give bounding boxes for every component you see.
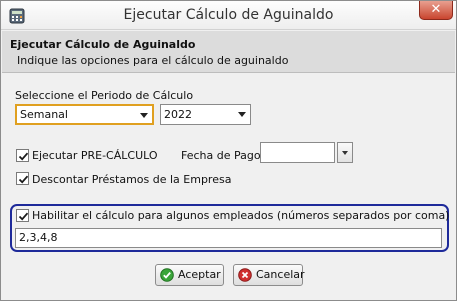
check-icon xyxy=(18,152,29,161)
close-button[interactable]: ✕ xyxy=(419,1,453,20)
precalc-label[interactable]: Ejecutar PRE-CÁLCULO xyxy=(32,149,158,162)
period-select[interactable]: Semanal xyxy=(15,104,154,125)
chevron-down-icon xyxy=(342,151,348,155)
header-title: Ejecutar Cálculo de Aguinaldo xyxy=(10,38,196,51)
discount-loans-checkbox[interactable] xyxy=(16,172,29,185)
check-circle-icon xyxy=(160,268,174,282)
date-picker-button[interactable] xyxy=(337,142,353,163)
chevron-down-icon xyxy=(238,112,246,117)
dialog-header: Ejecutar Cálculo de Aguinaldo Indique la… xyxy=(2,31,455,73)
year-select-value: 2022 xyxy=(164,108,192,121)
payment-date-field[interactable] xyxy=(260,142,335,163)
check-icon xyxy=(18,212,29,221)
check-icon xyxy=(18,175,29,184)
cancel-button[interactable]: Cancelar xyxy=(233,264,305,286)
payment-date-value xyxy=(261,146,264,159)
chevron-down-icon xyxy=(140,113,148,118)
cancel-button-label: Cancelar xyxy=(256,268,305,281)
title-bar[interactable]: Ejecutar Cálculo de Aguinaldo ✕ xyxy=(1,1,456,30)
precalc-checkbox[interactable] xyxy=(16,149,29,162)
accept-button-label: Aceptar xyxy=(178,268,221,281)
year-select[interactable]: 2022 xyxy=(160,104,251,125)
period-label: Seleccione el Periodo de Cálculo xyxy=(15,89,194,102)
discount-loans-label[interactable]: Descontar Préstamos de la Empresa xyxy=(32,173,231,186)
enable-employees-label[interactable]: Habilitar el cálculo para algunos emplea… xyxy=(32,209,449,222)
employees-input[interactable]: 2,3,4,8 xyxy=(15,228,442,248)
enable-employees-checkbox[interactable] xyxy=(16,209,29,222)
payment-date-label: Fecha de Pago xyxy=(181,149,261,162)
window-title: Ejecutar Cálculo de Aguinaldo xyxy=(123,7,334,23)
x-circle-icon xyxy=(238,268,252,282)
period-select-value: Semanal xyxy=(20,108,68,121)
header-subtitle: Indique las opciones para el cálculo de … xyxy=(17,54,289,67)
accept-button[interactable]: Aceptar xyxy=(155,264,224,286)
dialog-window: Ejecutar Cálculo de Aguinaldo ✕ Ejecutar… xyxy=(0,0,457,301)
